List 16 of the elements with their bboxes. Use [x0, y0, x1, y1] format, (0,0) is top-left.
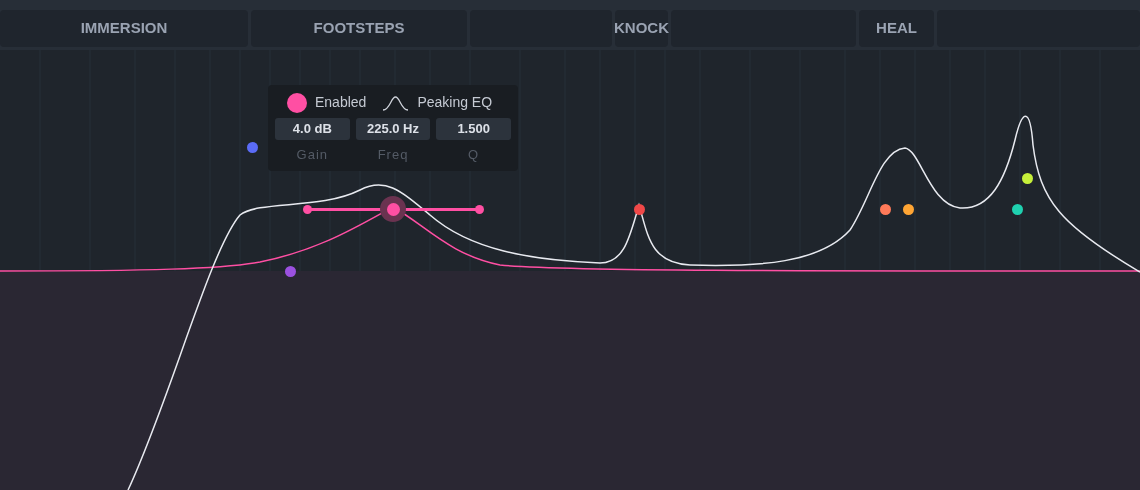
filter-type-label[interactable]: Peaking EQ [417, 92, 493, 113]
tab[interactable]: HEAL [859, 10, 934, 47]
field-label: Q [468, 146, 480, 164]
handle-end[interactable] [303, 204, 312, 214]
tab[interactable]: FOOTSTEPS [251, 10, 467, 47]
enabled-toggle-icon[interactable] [287, 92, 307, 113]
enabled-label: Enabled [315, 93, 367, 112]
field-label: Gain [296, 146, 329, 164]
field-label: Freq [377, 146, 409, 164]
value-field[interactable]: 225.0 Hz [355, 118, 431, 140]
value-field[interactable]: 1.500 [436, 118, 511, 140]
handle-end[interactable] [475, 204, 484, 214]
bell-curve-icon [382, 94, 410, 111]
tab[interactable]: IMMERSION [0, 10, 248, 47]
value-field[interactable]: 4.0 dB [275, 118, 350, 140]
tab[interactable]: KNOCK [615, 10, 668, 47]
